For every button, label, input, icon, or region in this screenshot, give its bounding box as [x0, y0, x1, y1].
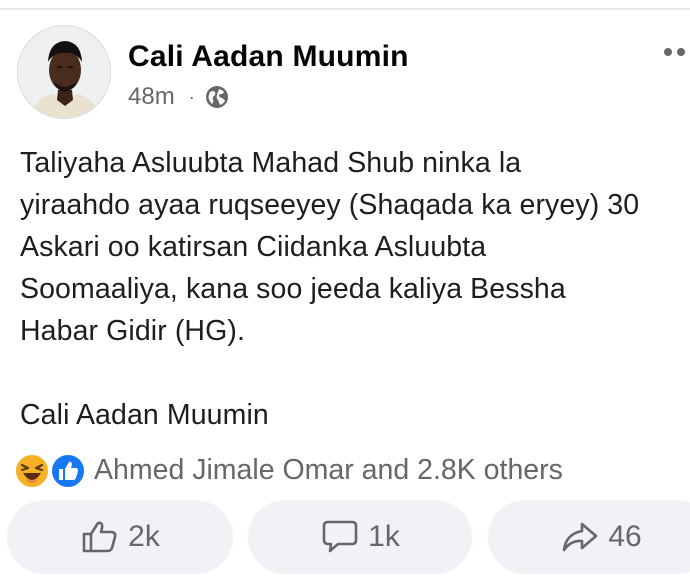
haha-emoji-icon	[14, 453, 50, 489]
avatar[interactable]	[17, 25, 111, 119]
share-button[interactable]: 46	[488, 500, 690, 574]
reactions-text: Ahmed Jimale Omar and 2.8K others	[94, 453, 563, 486]
author-name[interactable]: Cali Aadan Muumin	[128, 40, 409, 74]
globe-icon[interactable]	[205, 85, 229, 109]
post-meta: 48m ·	[128, 82, 229, 112]
like-button[interactable]: 2k	[7, 500, 233, 574]
like-count: 2k	[128, 520, 160, 553]
reaction-icons	[14, 451, 88, 489]
post-timestamp[interactable]: 48m	[128, 83, 175, 111]
comment-button[interactable]: 1k	[248, 500, 472, 574]
post-body: Taliyaha Asluubta Mahad Shub ninka la yi…	[20, 147, 640, 431]
top-divider	[0, 8, 690, 10]
meta-separator: ·	[188, 86, 195, 107]
like-reaction-icon	[50, 453, 86, 489]
thumbs-up-icon	[82, 521, 117, 553]
facebook-post: Cali Aadan Muumin 48m · Taliyaha Asluubt…	[0, 0, 690, 581]
profile-photo-icon	[18, 26, 110, 118]
comment-bubble-icon	[322, 520, 358, 553]
more-dot	[677, 48, 685, 56]
more-dot	[664, 48, 672, 56]
share-arrow-icon	[563, 522, 598, 552]
share-count: 46	[608, 520, 642, 553]
reactions-summary[interactable]: Ahmed Jimale Omar and 2.8K others	[14, 450, 563, 490]
more-options-icon[interactable]	[664, 48, 690, 56]
comment-count: 1k	[368, 520, 400, 553]
